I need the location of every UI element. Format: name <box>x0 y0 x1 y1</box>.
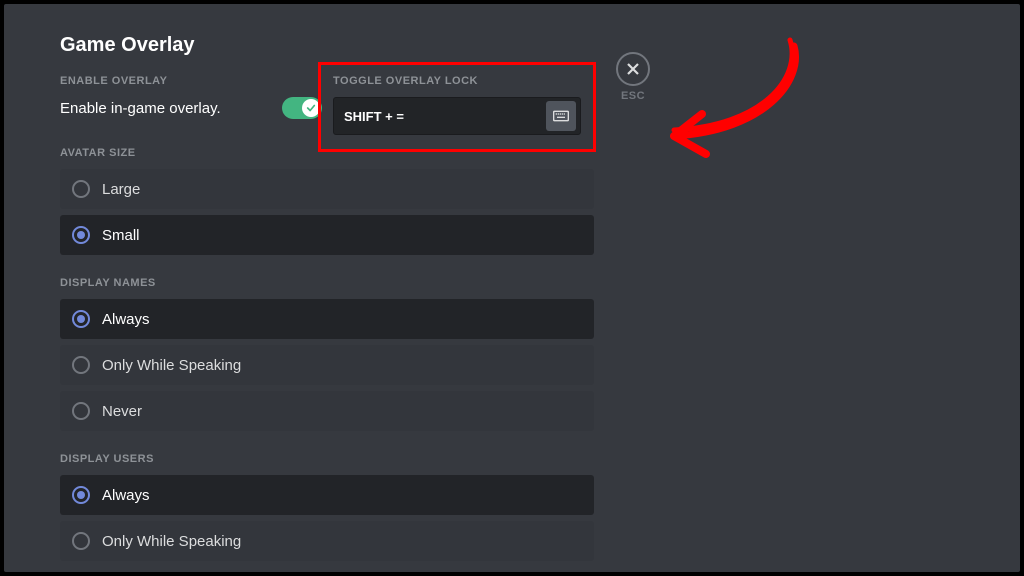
option-label: Large <box>102 181 140 198</box>
display-users-option-only-speaking[interactable]: Only While Speaking <box>60 521 594 561</box>
radio-icon <box>72 402 90 420</box>
keybind-input[interactable]: SHIFT + = <box>333 97 581 135</box>
content-region: Game Overlay ENABLE OVERLAY Enable in-ga… <box>4 4 1020 572</box>
toggle-overlay-lock-group: TOGGLE OVERLAY LOCK SHIFT + = <box>318 62 596 152</box>
radio-icon <box>72 226 90 244</box>
close-button[interactable] <box>616 52 650 86</box>
close-group: ESC <box>616 52 650 102</box>
check-icon <box>306 103 316 113</box>
avatar-size-options: Large Small <box>60 169 594 255</box>
close-label: ESC <box>621 90 645 102</box>
option-label: Never <box>102 403 142 420</box>
option-label: Only While Speaking <box>102 533 241 550</box>
display-names-option-always[interactable]: Always <box>60 299 594 339</box>
avatar-size-option-large[interactable]: Large <box>60 169 594 209</box>
display-names-option-never[interactable]: Never <box>60 391 594 431</box>
option-label: Small <box>102 227 140 244</box>
avatar-size-option-small[interactable]: Small <box>60 215 594 255</box>
settings-panel: Game Overlay ENABLE OVERLAY Enable in-ga… <box>4 4 1020 572</box>
toggle-overlay-lock-label: TOGGLE OVERLAY LOCK <box>333 75 581 87</box>
option-label: Always <box>102 487 150 504</box>
radio-icon <box>72 532 90 550</box>
enable-overlay-toggle[interactable] <box>282 97 322 119</box>
display-names-options: Always Only While Speaking Never <box>60 299 594 431</box>
display-users-options: Always Only While Speaking <box>60 475 594 561</box>
radio-icon <box>72 356 90 374</box>
radio-icon <box>72 180 90 198</box>
page-title: Game Overlay <box>60 34 1020 57</box>
keybind-value: SHIFT + = <box>344 109 404 124</box>
option-label: Only While Speaking <box>102 357 241 374</box>
enable-overlay-text: Enable in-game overlay. <box>60 100 270 117</box>
display-names-label: DISPLAY NAMES <box>60 277 1020 289</box>
display-users-label: DISPLAY USERS <box>60 453 1020 465</box>
display-users-option-always[interactable]: Always <box>60 475 594 515</box>
display-names-option-only-speaking[interactable]: Only While Speaking <box>60 345 594 385</box>
radio-icon <box>72 486 90 504</box>
keyboard-icon[interactable] <box>546 101 576 131</box>
radio-icon <box>72 310 90 328</box>
close-icon <box>626 62 640 76</box>
option-label: Always <box>102 311 150 328</box>
